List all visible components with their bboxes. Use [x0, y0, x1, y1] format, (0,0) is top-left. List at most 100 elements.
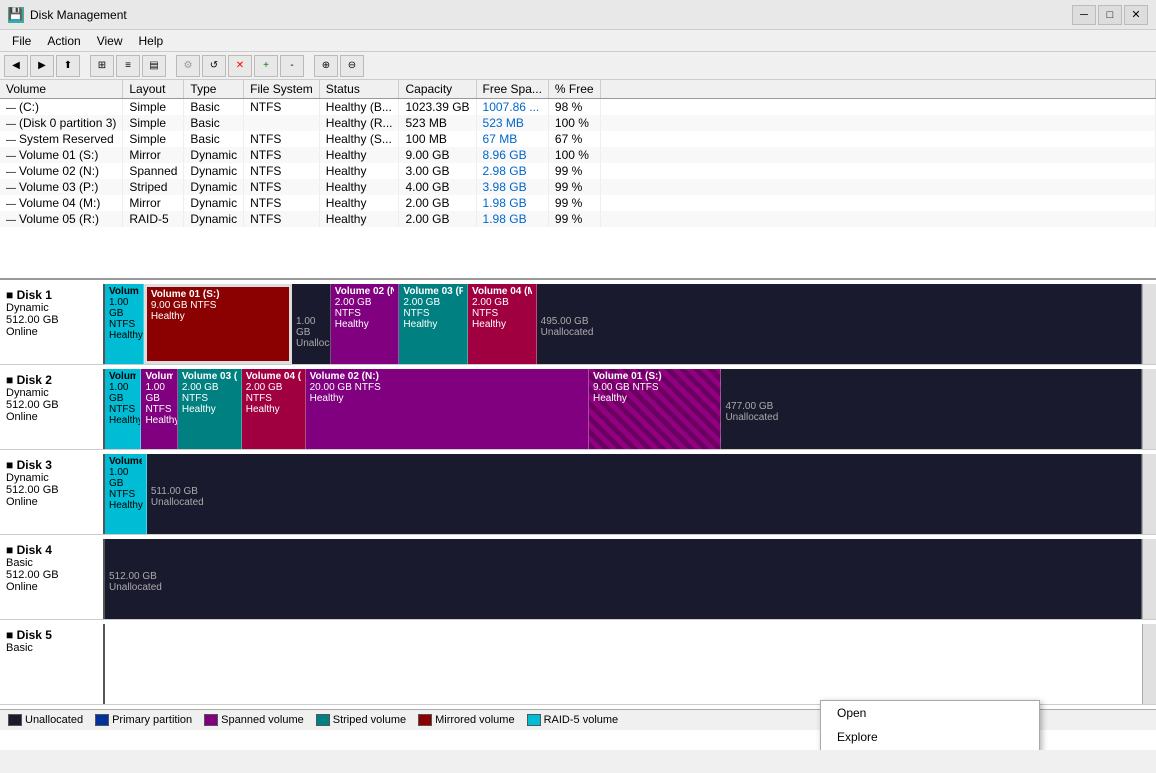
table-row[interactable]: —(Disk 0 partition 3) Simple Basic Healt… — [0, 115, 1156, 131]
cell-layout: Mirror — [123, 147, 184, 163]
cell-free: 1.98 GB — [476, 195, 548, 211]
cell-layout: Mirror — [123, 195, 184, 211]
tb-details[interactable]: ▤ — [142, 55, 166, 77]
cell-fs: NTFS — [244, 195, 320, 211]
disk-partition[interactable]: Volume 01 (S:)9.00 GB NTFSHealthy — [589, 369, 721, 449]
cell-free: 67 MB — [476, 131, 548, 147]
cell-capacity: 100 MB — [399, 131, 476, 147]
cell-type: Basic — [184, 131, 244, 147]
cell-volume: —Volume 03 (P:) — [0, 179, 123, 195]
disk-partition[interactable]: 512.00 GBUnallocated — [105, 539, 1142, 619]
cell-pct: 100 % — [548, 115, 600, 131]
cell-pct: 67 % — [548, 131, 600, 147]
tb-add[interactable]: + — [254, 55, 278, 77]
legend-item: Striped volume — [316, 714, 406, 726]
tb-view[interactable]: ⊞ — [90, 55, 114, 77]
tb-extra1[interactable]: ⊕ — [314, 55, 338, 77]
context-menu: OpenExploreRemove Mirror...Break Mirrore… — [820, 700, 1040, 750]
cell-type: Dynamic — [184, 195, 244, 211]
disk-partition[interactable]: Volume 02 (N:)20.00 GB NTFSHealthy — [306, 369, 589, 449]
disk-label-1: ■ Disk 2Dynamic512.00 GBOnline — [0, 369, 105, 449]
tb-up[interactable]: ⬆ — [56, 55, 80, 77]
close-button[interactable]: ✕ — [1124, 5, 1148, 25]
cell-free: 3.98 GB — [476, 179, 548, 195]
cell-pct: 99 % — [548, 163, 600, 179]
cell-fs: NTFS — [244, 211, 320, 227]
disk-partition[interactable]: Volume 05 (R:)1.00 GB NTFSHealthy — [105, 284, 144, 364]
table-row[interactable]: —Volume 03 (P:) Striped Dynamic NTFS Hea… — [0, 179, 1156, 195]
table-row[interactable]: —System Reserved Simple Basic NTFS Healt… — [0, 131, 1156, 147]
menu-action[interactable]: Action — [39, 32, 88, 50]
cell-status: Healthy (S... — [319, 131, 399, 147]
col-extra — [600, 80, 1155, 99]
tb-forward[interactable]: ▶ — [30, 55, 54, 77]
tb-delete[interactable]: ✕ — [228, 55, 252, 77]
disk-partition[interactable]: Volume 01 (S:)9.00 GB NTFSHealthy — [144, 284, 292, 364]
legend-item: Mirrored volume — [418, 714, 514, 726]
cell-fs: NTFS — [244, 147, 320, 163]
col-volume[interactable]: Volume — [0, 80, 123, 99]
minimize-button[interactable]: ─ — [1072, 5, 1096, 25]
menu-view[interactable]: View — [89, 32, 131, 50]
legend-item: RAID-5 volume — [527, 714, 619, 726]
table-row[interactable]: —Volume 04 (M:) Mirror Dynamic NTFS Heal… — [0, 195, 1156, 211]
col-status[interactable]: Status — [319, 80, 399, 99]
disk-partitions-4 — [105, 624, 1142, 704]
cell-volume: —Volume 05 (R:) — [0, 211, 123, 227]
cell-capacity: 3.00 GB — [399, 163, 476, 179]
menu-help[interactable]: Help — [131, 32, 172, 50]
cell-free: 2.98 GB — [476, 163, 548, 179]
disk-partition[interactable]: Volume 04 (M:)2.00 GB NTFSHealthy — [242, 369, 306, 449]
cell-pct: 98 % — [548, 99, 600, 116]
tb-list[interactable]: ≡ — [116, 55, 140, 77]
col-layout[interactable]: Layout — [123, 80, 184, 99]
col-capacity[interactable]: Capacity — [399, 80, 476, 99]
tb-extra2[interactable]: ⊖ — [340, 55, 364, 77]
disk-partition[interactable]: Volume 02 (N:)1.00 GB NTFSHealthy — [141, 369, 177, 449]
disk-partition[interactable]: Volume 03 (P:)2.00 GB NTFSHealthy — [399, 284, 468, 364]
cell-layout: Simple — [123, 131, 184, 147]
legend-item: Primary partition — [95, 714, 192, 726]
cell-extra — [600, 99, 1155, 116]
disk-partition[interactable]: 477.00 GBUnallocated — [721, 369, 1142, 449]
table-row[interactable]: —Volume 02 (N:) Spanned Dynamic NTFS Hea… — [0, 163, 1156, 179]
cell-capacity: 9.00 GB — [399, 147, 476, 163]
tb-remove[interactable]: - — [280, 55, 304, 77]
table-row[interactable]: —Volume 05 (R:) RAID-5 Dynamic NTFS Heal… — [0, 211, 1156, 227]
cell-volume: —(C:) — [0, 99, 123, 116]
menu-file[interactable]: File — [4, 32, 39, 50]
cell-capacity: 4.00 GB — [399, 179, 476, 195]
cell-status: Healthy — [319, 147, 399, 163]
cell-status: Healthy — [319, 163, 399, 179]
col-pct[interactable]: % Free — [548, 80, 600, 99]
disk-partition[interactable]: Volume 02 (N:)2.00 GB NTFSHealthy — [331, 284, 400, 364]
maximize-button[interactable]: □ — [1098, 5, 1122, 25]
disk-partition[interactable]: 511.00 GBUnallocated — [147, 454, 1142, 534]
col-free[interactable]: Free Spa... — [476, 80, 548, 99]
tb-prop[interactable]: ⚙ — [176, 55, 200, 77]
disk-partitions-1: Volume 05 (R:)1.00 GB NTFSHealthyVolume … — [105, 369, 1142, 449]
disk-label-0: ■ Disk 1Dynamic512.00 GBOnline — [0, 284, 105, 364]
context-menu-item[interactable]: Open — [821, 701, 1039, 725]
cell-volume: —Volume 04 (M:) — [0, 195, 123, 211]
cell-type: Dynamic — [184, 211, 244, 227]
disk-partition[interactable]: Volume 05 (R:)1.00 GB NTFSHealthy — [105, 454, 147, 534]
window-controls[interactable]: ─ □ ✕ — [1072, 5, 1148, 25]
context-menu-item[interactable]: Explore — [821, 725, 1039, 749]
cell-layout: RAID-5 — [123, 211, 184, 227]
disk-partition[interactable]: Volume 04 (M:)2.00 GB NTFSHealthy — [468, 284, 537, 364]
disk-partition[interactable]: 495.00 GBUnallocated — [537, 284, 1142, 364]
app-icon: 💾 — [8, 7, 24, 23]
tb-back[interactable]: ◀ — [4, 55, 28, 77]
disk-partition[interactable]: Volume 05 (R:)1.00 GB NTFSHealthy — [105, 369, 141, 449]
table-row[interactable]: —(C:) Simple Basic NTFS Healthy (B... 10… — [0, 99, 1156, 116]
disk-row: ■ Disk 3Dynamic512.00 GBOnlineVolume 05 … — [0, 454, 1156, 535]
table-row[interactable]: —Volume 01 (S:) Mirror Dynamic NTFS Heal… — [0, 147, 1156, 163]
col-fs[interactable]: File System — [244, 80, 320, 99]
cell-free: 1.98 GB — [476, 211, 548, 227]
disk-partition[interactable]: 1.00 GBUnallocated — [292, 284, 331, 364]
disk-partition[interactable]: Volume 03 (P:)2.00 GB NTFSHealthy — [178, 369, 242, 449]
col-type[interactable]: Type — [184, 80, 244, 99]
tb-refresh[interactable]: ↺ — [202, 55, 226, 77]
disk-partitions-3: 512.00 GBUnallocated — [105, 539, 1142, 619]
